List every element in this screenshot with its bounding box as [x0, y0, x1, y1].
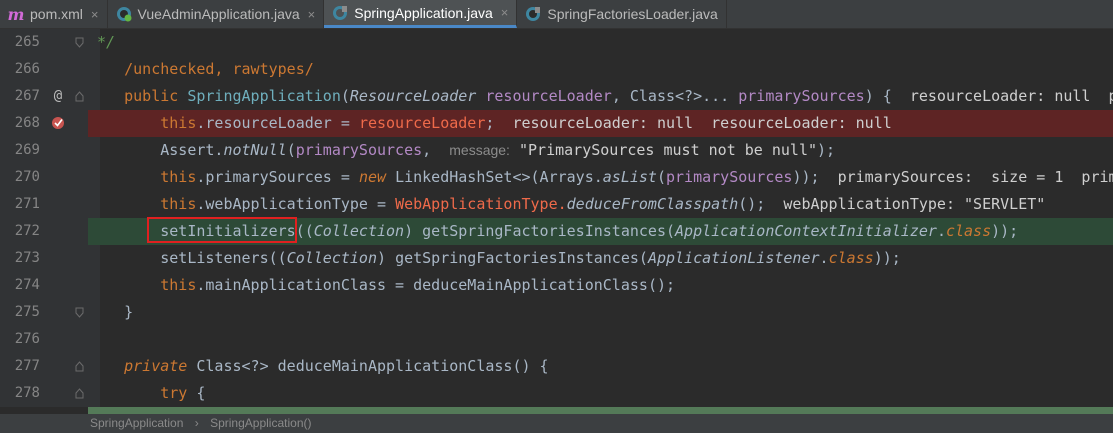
java-class-icon — [116, 6, 132, 22]
code-text: } — [124, 303, 134, 321]
code-text: this.webApplicationType = WebApplication… — [160, 195, 1046, 213]
close-icon[interactable]: × — [501, 5, 509, 20]
breadcrumb-separator: › — [194, 416, 199, 430]
annotation-at-icon[interactable]: @ — [50, 88, 66, 104]
line-number: 271 — [14, 196, 40, 212]
line-number: 266 — [14, 61, 40, 77]
fold-end-icon[interactable] — [75, 37, 84, 48]
code-text: public SpringApplication(ResourceLoader … — [88, 83, 1113, 110]
line-number: 276 — [14, 331, 40, 347]
tab-spring-application[interactable]: SpringApplication.java × — [324, 0, 518, 28]
inline-debug-value: primarySources: size = 1 prim — [837, 168, 1113, 186]
fold-start-icon[interactable] — [75, 361, 84, 372]
code-text: */ — [88, 33, 116, 51]
code-line: 277 private Class<?> deduceMainApplicati… — [0, 353, 1113, 380]
code-line: 278 try { — [0, 380, 1113, 407]
code-text: private Class<?> deduceMainApplicationCl… — [124, 357, 549, 375]
line-number: 272 — [14, 223, 40, 239]
code-line: 267 @ public SpringApplication(ResourceL… — [0, 83, 1113, 110]
tab-pom-xml[interactable]: m pom.xml × — [0, 0, 108, 28]
line-number: 269 — [14, 142, 40, 158]
fold-start-icon[interactable] — [75, 388, 84, 399]
code-line: 269 Assert.notNull(primarySources, messa… — [0, 137, 1113, 164]
code-line: 266 /unchecked, rawtypes/ — [0, 56, 1113, 83]
line-number: 268 — [14, 115, 40, 131]
tab-label: SpringFactoriesLoader.java — [547, 6, 718, 22]
code-line: 270 this.primarySources = new LinkedHash… — [0, 164, 1113, 191]
code-line: 271 this.webApplicationType = WebApplica… — [0, 191, 1113, 218]
inline-debug-value: webApplicationType: "SERVLET" — [783, 195, 1046, 213]
tab-label: VueAdminApplication.java — [137, 6, 300, 22]
line-number: 274 — [14, 277, 40, 293]
code-text: Assert.notNull(primarySources, message: … — [160, 141, 836, 159]
code-line-current-execution: 272 setInitializers((Collection) getSpri… — [0, 218, 1113, 245]
code-text: this.mainApplicationClass = deduceMainAp… — [160, 276, 676, 294]
breakpoint-icon[interactable] — [50, 115, 66, 131]
line-number: 270 — [14, 169, 40, 185]
line-number: 277 — [14, 358, 40, 374]
code-editor[interactable]: 265 */ 266 /unchecked, rawtypes/ 267 @ p… — [0, 29, 1113, 407]
line-number: 275 — [14, 304, 40, 320]
line-number: 273 — [14, 250, 40, 266]
inline-debug-value: resourceLoader: null p — [909, 87, 1113, 105]
code-line: 274 this.mainApplicationClass = deduceMa… — [0, 272, 1113, 299]
set-initializers-call[interactable]: setInitializers — [160, 222, 295, 240]
java-class-icon — [332, 5, 348, 21]
fold-start-icon[interactable] — [75, 91, 84, 102]
editor-tab-bar: m pom.xml × VueAdminApplication.java × S… — [0, 0, 1113, 29]
code-line: 265 */ — [0, 29, 1113, 56]
parameter-hint: message: — [449, 142, 510, 158]
breadcrumb-item-class[interactable]: SpringApplication — [90, 414, 183, 433]
breadcrumb: SpringApplication › SpringApplication() — [0, 414, 1113, 433]
line-number: 278 — [14, 385, 40, 401]
maven-icon: m — [7, 4, 25, 24]
tab-spring-factories-loader[interactable]: SpringFactoriesLoader.java — [517, 0, 727, 28]
java-class-icon — [525, 6, 541, 22]
line-number: 267 — [14, 88, 40, 104]
code-line: 276 — [0, 326, 1113, 353]
code-line: 273 setListeners((Collection) getSpringF… — [0, 245, 1113, 272]
tab-label: pom.xml — [30, 6, 83, 22]
horizontal-scrollbar[interactable] — [88, 407, 1113, 414]
code-text: try { — [160, 384, 206, 402]
breadcrumb-item-method[interactable]: SpringApplication() — [210, 414, 311, 433]
close-icon[interactable]: × — [91, 7, 99, 22]
tab-label: SpringApplication.java — [354, 4, 493, 21]
tab-vue-admin-application[interactable]: VueAdminApplication.java × — [108, 0, 325, 28]
code-text: this.primarySources = new LinkedHashSet<… — [88, 164, 1113, 191]
code-line: 275 } — [0, 299, 1113, 326]
code-line-breakpoint: 268 this.resourceLoader = resourceLoader… — [0, 110, 1113, 137]
close-icon[interactable]: × — [308, 7, 316, 22]
code-text: this.resourceLoader = resourceLoader; re… — [88, 110, 1113, 137]
code-text: /unchecked, rawtypes/ — [124, 60, 314, 78]
code-text: setListeners((Collection) getSpringFacto… — [160, 249, 901, 267]
inline-debug-value: resourceLoader: null resourceLoader: nul… — [512, 114, 892, 132]
line-number: 265 — [14, 34, 40, 50]
fold-end-icon[interactable] — [75, 307, 84, 318]
code-text: setInitializers((Collection) getSpringFa… — [88, 218, 1113, 245]
scrollbar-thumb[interactable] — [88, 407, 1113, 414]
